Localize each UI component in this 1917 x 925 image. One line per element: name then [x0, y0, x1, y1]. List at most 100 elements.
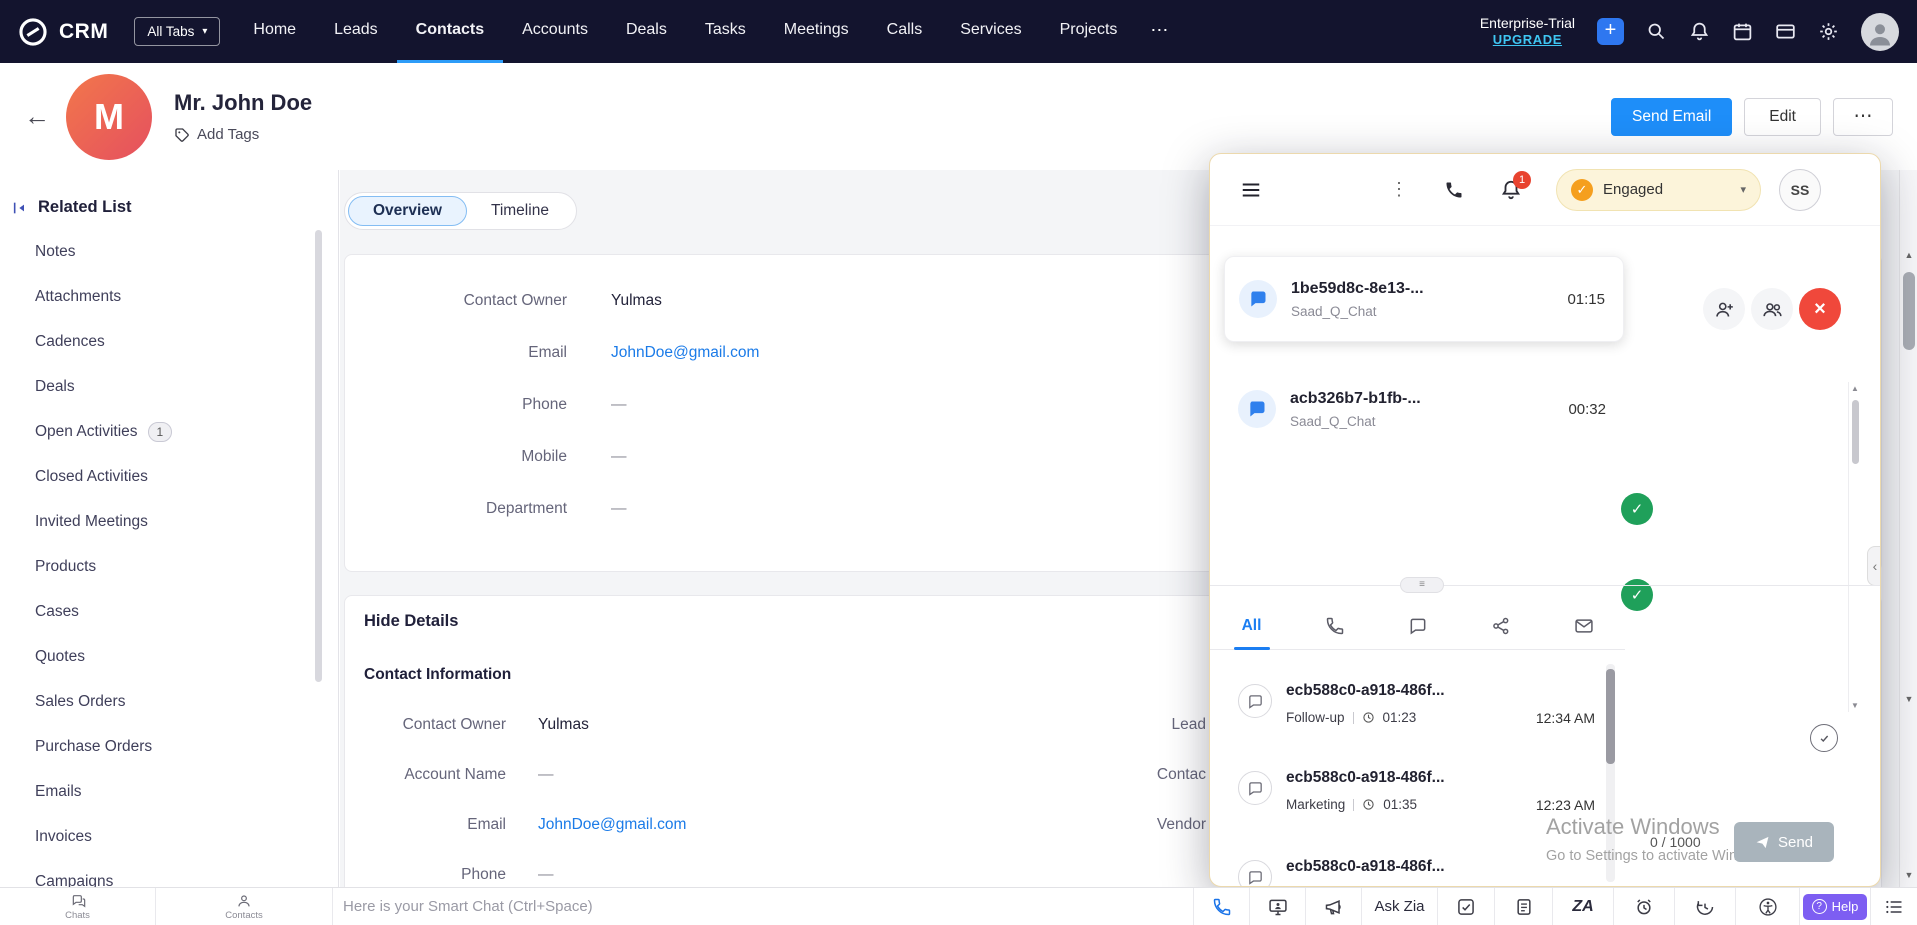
- transfer-agent-button[interactable]: [1703, 288, 1745, 330]
- tab-timeline[interactable]: Timeline: [467, 196, 573, 226]
- scroll-down-arrow[interactable]: ▼: [1900, 870, 1917, 880]
- agent-avatar[interactable]: SS: [1779, 169, 1821, 211]
- scroll-up-arrow[interactable]: ▲: [1900, 250, 1917, 260]
- sidebar-item-invited-meetings[interactable]: Invited Meetings: [0, 499, 338, 544]
- session-duration: 01:23: [1383, 710, 1417, 725]
- nav-item-leads[interactable]: Leads: [315, 0, 397, 63]
- dialer-button[interactable]: [1193, 888, 1249, 925]
- active-chat-item[interactable]: acb326b7-b1fb-... Saad_Q_Chat 00:32: [1224, 366, 1624, 452]
- hide-details-toggle[interactable]: Hide Details: [364, 612, 458, 631]
- all-tabs-dropdown[interactable]: All Tabs ▾: [134, 17, 220, 46]
- card-icon[interactable]: [1775, 21, 1796, 42]
- chat-queue-name: Saad_Q_Chat: [1290, 414, 1421, 429]
- chats-panel-button[interactable]: Chats: [0, 888, 156, 925]
- conference-button[interactable]: [1751, 288, 1793, 330]
- sidebar-item-campaigns[interactable]: Campaigns: [0, 859, 338, 887]
- ask-zia-button[interactable]: Ask Zia: [1361, 888, 1437, 925]
- nav-item-deals[interactable]: Deals: [607, 0, 686, 63]
- reminders-button[interactable]: [1613, 888, 1674, 925]
- sidebar-item-products[interactable]: Products: [0, 544, 338, 589]
- activities-button[interactable]: [1437, 888, 1494, 925]
- queue-list-button[interactable]: [1870, 888, 1917, 925]
- page-scrollbar[interactable]: ▲ ▼ ▼: [1899, 170, 1917, 887]
- scroll-down-arrow[interactable]: ▼: [1900, 694, 1917, 704]
- user-avatar[interactable]: [1861, 13, 1899, 51]
- tab-chats[interactable]: [1376, 602, 1459, 649]
- smart-chat-input[interactable]: [343, 898, 1193, 915]
- contacts-panel-button[interactable]: Contacts: [156, 888, 333, 925]
- kebab-menu-icon[interactable]: ⋮: [1390, 179, 1408, 200]
- email-link[interactable]: JohnDoe@gmail.com: [611, 344, 759, 362]
- scroll-thumb[interactable]: [1852, 400, 1859, 464]
- sidebar-item-cases[interactable]: Cases: [0, 589, 338, 634]
- nav-item-services[interactable]: Services: [941, 0, 1040, 63]
- collapse-panel-handle[interactable]: ‹: [1867, 546, 1881, 586]
- sidebar-item-open-activities[interactable]: Open Activities1: [0, 409, 338, 454]
- send-button[interactable]: Send: [1734, 822, 1834, 862]
- delivered-check-icon: ✓: [1621, 493, 1653, 525]
- question-icon: ?: [1812, 899, 1827, 914]
- help-button[interactable]: ? Help: [1799, 888, 1870, 925]
- accessibility-icon: [1758, 897, 1778, 917]
- accessibility-button[interactable]: [1735, 888, 1799, 925]
- sidebar-item-quotes[interactable]: Quotes: [0, 634, 338, 679]
- nav-more-button[interactable]: ⋯: [1136, 0, 1182, 63]
- notebook-button[interactable]: [1494, 888, 1552, 925]
- nav-item-home[interactable]: Home: [234, 0, 315, 63]
- calendar-icon[interactable]: [1732, 21, 1753, 42]
- send-email-button[interactable]: Send Email: [1611, 98, 1732, 136]
- nav-item-contacts[interactable]: Contacts: [397, 0, 503, 63]
- sidebar-item-cadences[interactable]: Cadences: [0, 319, 338, 364]
- phone-icon[interactable]: [1444, 180, 1464, 200]
- email-link[interactable]: JohnDoe@gmail.com: [538, 816, 686, 834]
- sidebar-item-purchase-orders[interactable]: Purchase Orders: [0, 724, 338, 769]
- nav-item-projects[interactable]: Projects: [1041, 0, 1137, 63]
- sidebar-item-attachments[interactable]: Attachments: [0, 274, 338, 319]
- sidebar-item-sales-orders[interactable]: Sales Orders: [0, 679, 338, 724]
- screen-share-button[interactable]: [1249, 888, 1305, 925]
- collapse-panel-icon[interactable]: [12, 200, 28, 216]
- gear-icon[interactable]: [1818, 21, 1839, 42]
- end-session-button[interactable]: ×: [1799, 288, 1841, 330]
- hamburger-menu-icon[interactable]: [1240, 179, 1262, 201]
- session-tag: Follow-up: [1286, 710, 1345, 725]
- tab-social[interactable]: [1459, 602, 1542, 649]
- more-actions-button[interactable]: ⋯: [1833, 98, 1893, 136]
- mark-complete-button[interactable]: [1810, 724, 1838, 752]
- upgrade-link[interactable]: UPGRADE: [1480, 32, 1575, 48]
- resize-handle[interactable]: ≡: [1400, 577, 1444, 593]
- sidebar-item-closed-activities[interactable]: Closed Activities: [0, 454, 338, 499]
- sidebar-item-notes[interactable]: Notes: [0, 229, 338, 274]
- bell-icon[interactable]: [1689, 21, 1710, 42]
- add-tags-button[interactable]: Add Tags: [174, 126, 312, 143]
- agent-status-dropdown[interactable]: ✓ Engaged ▾: [1556, 169, 1761, 211]
- sidebar-item-emails[interactable]: Emails: [0, 769, 338, 814]
- tab-all[interactable]: All: [1210, 602, 1293, 649]
- notifications-button[interactable]: 1: [1500, 179, 1522, 201]
- active-chat-item[interactable]: 1be59d8c-8e13-... Saad_Q_Chat 01:15: [1224, 256, 1624, 342]
- scroll-down-arrow[interactable]: ▼: [1851, 701, 1859, 710]
- session-id: ecb588c0-a918-486f...: [1286, 682, 1445, 700]
- zia-button[interactable]: ZA: [1552, 888, 1613, 925]
- nav-item-tasks[interactable]: Tasks: [686, 0, 765, 63]
- history-button[interactable]: [1674, 888, 1735, 925]
- nav-item-meetings[interactable]: Meetings: [765, 0, 868, 63]
- scroll-up-arrow[interactable]: ▲: [1851, 384, 1859, 393]
- widget-panel-scrollbar[interactable]: ▲ ▼: [1848, 382, 1860, 712]
- search-icon[interactable]: [1646, 21, 1667, 42]
- nav-item-accounts[interactable]: Accounts: [503, 0, 607, 63]
- tab-email[interactable]: [1542, 602, 1625, 649]
- sidebar-item-deals[interactable]: Deals: [0, 364, 338, 409]
- sidebar-item-invoices[interactable]: Invoices: [0, 814, 338, 859]
- sidebar-scrollbar[interactable]: [315, 230, 322, 682]
- nav-item-calls[interactable]: Calls: [868, 0, 942, 63]
- scroll-thumb[interactable]: [1606, 669, 1615, 764]
- announcements-button[interactable]: [1305, 888, 1361, 925]
- quick-create-button[interactable]: +: [1597, 18, 1624, 45]
- edit-button[interactable]: Edit: [1744, 98, 1821, 136]
- scroll-thumb[interactable]: [1903, 272, 1915, 350]
- telephony-widget: ⋮ 1 ✓ Engaged ▾ SS 1be59d8c-8e13-... Saa…: [1209, 153, 1881, 887]
- back-button[interactable]: ←: [24, 101, 62, 132]
- tab-calls[interactable]: [1293, 602, 1376, 649]
- tab-overview[interactable]: Overview: [348, 196, 467, 226]
